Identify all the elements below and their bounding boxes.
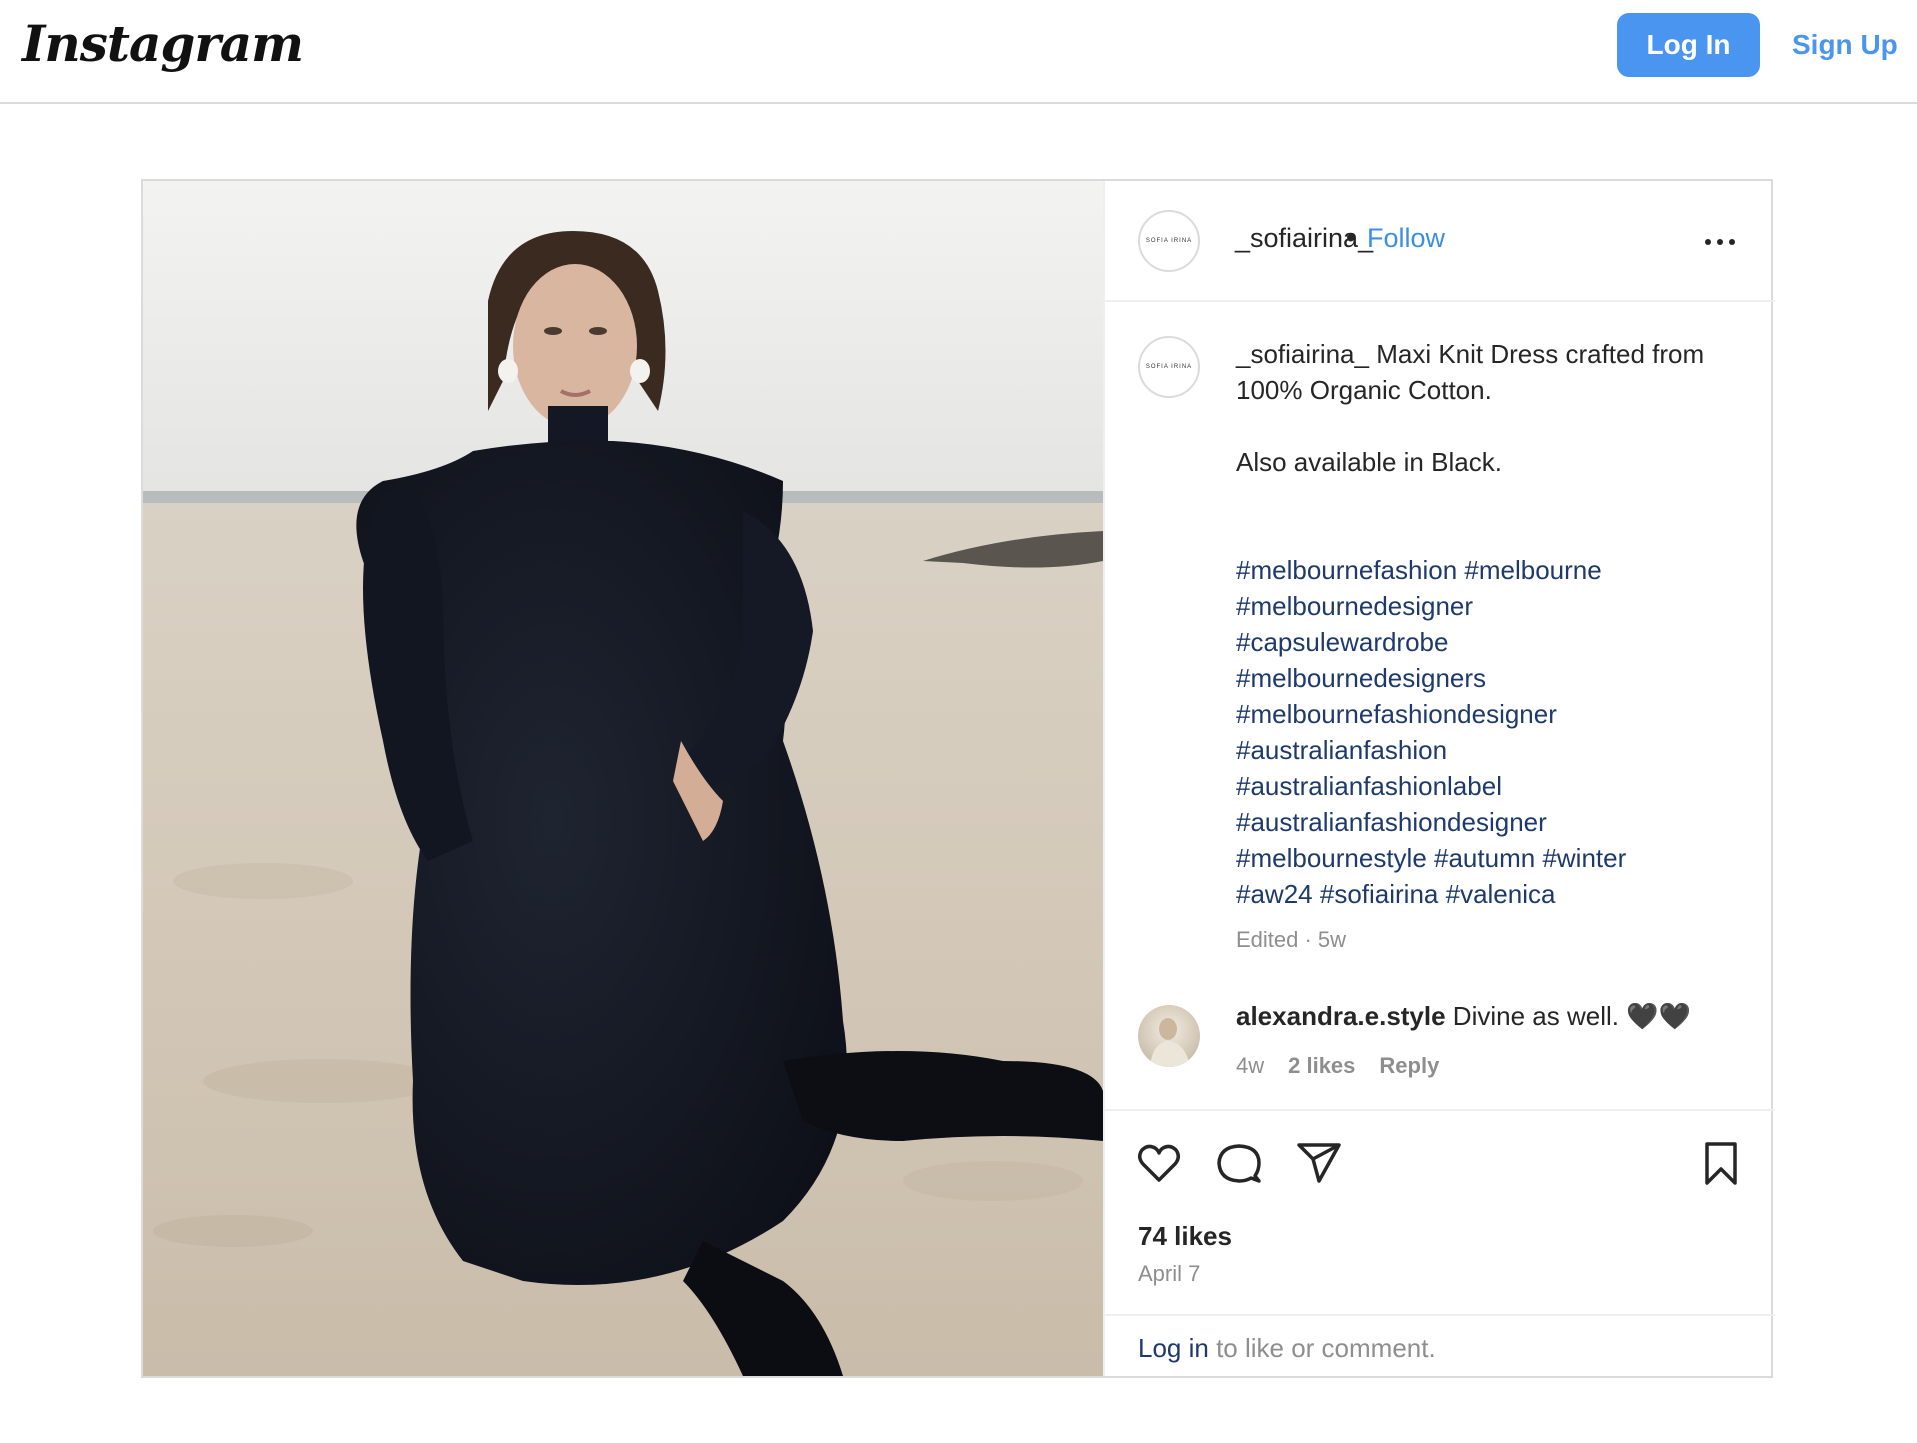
hashtag[interactable]: #autumn	[1434, 843, 1535, 873]
hashtag[interactable]: #sofiairina	[1320, 879, 1439, 909]
comment-body: Divine as well. 🖤🖤	[1445, 1001, 1691, 1031]
post-caption: _sofiairina_ Maxi Knit Dress crafted fro…	[1236, 336, 1736, 912]
divider	[1105, 1109, 1775, 1111]
comment-icon[interactable]	[1215, 1139, 1263, 1187]
caption-avatar[interactable]: SOFIA IRINA	[1138, 336, 1200, 398]
hashtag-list: #melbournefashion #melbourne #melbourned…	[1236, 552, 1736, 912]
hashtag[interactable]: #melbourne	[1464, 555, 1601, 585]
avatar-text: SOFIA IRINA	[1145, 238, 1193, 244]
hashtag[interactable]: #melbournestyle	[1236, 843, 1427, 873]
hashtag[interactable]: #winter	[1542, 843, 1626, 873]
hashtag[interactable]: #valenica	[1446, 879, 1556, 909]
reply-button[interactable]: Reply	[1379, 1053, 1439, 1079]
commenter-avatar[interactable]	[1138, 1005, 1200, 1067]
avatar-text: SOFIA IRINA	[1145, 364, 1193, 370]
login-link[interactable]: Log in	[1138, 1333, 1209, 1363]
caption-meta: Edited · 5w	[1236, 927, 1347, 952]
signup-link[interactable]: Sign Up	[1792, 13, 1898, 77]
hashtag[interactable]: #australianfashionlabel	[1236, 771, 1502, 801]
hashtag[interactable]: #australianfashion	[1236, 735, 1447, 765]
caption-username[interactable]: _sofiairina_	[1236, 339, 1369, 369]
hashtag[interactable]: #aw24	[1236, 879, 1313, 909]
more-options-icon[interactable]	[1700, 227, 1740, 257]
likes-count[interactable]: 74 likes	[1138, 1221, 1232, 1252]
divider	[1105, 1314, 1775, 1316]
follow-button[interactable]: Follow	[1367, 223, 1445, 254]
comment-age: 4w	[1236, 1053, 1265, 1078]
comment-likes[interactable]: 2 likes	[1288, 1053, 1355, 1079]
comment-meta: 4w 2 likes Reply	[1236, 1053, 1439, 1079]
send-icon[interactable]	[1295, 1139, 1343, 1187]
separator-dot: •	[1346, 223, 1356, 253]
bookmark-icon[interactable]	[1697, 1139, 1745, 1187]
hashtag[interactable]: #capsulewardrobe	[1236, 627, 1448, 657]
comment: alexandra.e.style Divine as well. 🖤🖤	[1236, 1001, 1691, 1032]
post-date: April 7	[1138, 1261, 1201, 1286]
hashtag[interactable]: #melbournefashion	[1236, 555, 1457, 585]
caption-text-2: Also available in Black.	[1236, 447, 1502, 477]
login-button[interactable]: Log In	[1617, 13, 1760, 77]
post-side-panel: SOFIA IRINA _sofiairina_ • Follow SOFIA …	[1103, 181, 1775, 1376]
post-image[interactable]	[143, 181, 1103, 1376]
heart-icon[interactable]	[1135, 1139, 1183, 1187]
instagram-logo[interactable]: Instagram	[22, 14, 304, 73]
hashtag[interactable]: #melbournefashiondesigner	[1236, 699, 1557, 729]
post-card: SOFIA IRINA _sofiairina_ • Follow SOFIA …	[141, 179, 1775, 1378]
hashtag[interactable]: #melbournedesigner	[1236, 591, 1473, 621]
author-avatar[interactable]: SOFIA IRINA	[1138, 210, 1200, 272]
comment-username[interactable]: alexandra.e.style	[1236, 1001, 1446, 1031]
post-header: SOFIA IRINA _sofiairina_ • Follow	[1105, 181, 1775, 302]
hashtag[interactable]: #australianfashiondesigner	[1236, 807, 1547, 837]
hashtag[interactable]: #melbournedesigners	[1236, 663, 1486, 693]
login-prompt-text: to like or comment.	[1208, 1333, 1436, 1363]
top-bar: Instagram Log In Sign Up	[0, 0, 1917, 104]
login-prompt: Log in to like or comment.	[1138, 1333, 1436, 1364]
